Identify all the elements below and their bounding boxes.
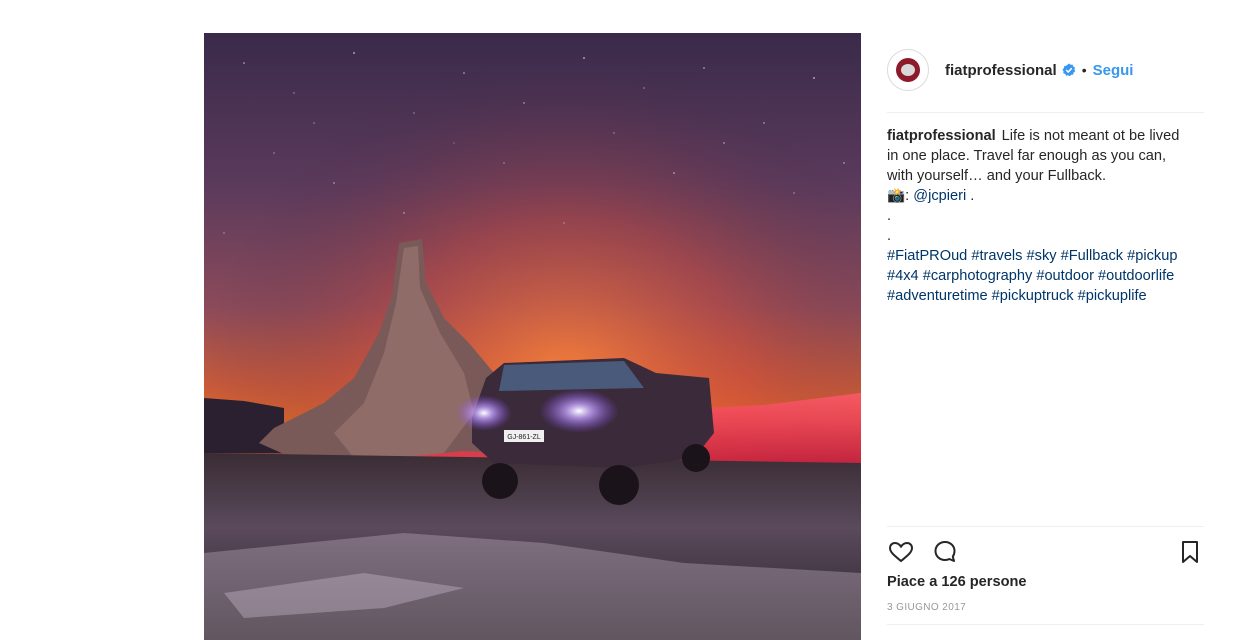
hashtag-link[interactable]: #4x4 xyxy=(887,268,919,284)
hashtag-link[interactable]: #sky xyxy=(1027,248,1057,264)
hashtag-link[interactable]: #FiatPROud xyxy=(887,248,967,264)
actions-divider xyxy=(887,526,1204,527)
hashtag-link[interactable]: #adventuretime xyxy=(887,288,988,304)
hashtags-line-3: #adventuretime #pickuptruck #pickuplife xyxy=(887,286,1207,306)
photo-credit-suffix: . xyxy=(966,188,975,204)
bookmark-icon[interactable] xyxy=(1176,538,1204,566)
hashtags-line-1: #FiatPROud #travels #sky #Fullback #pick… xyxy=(887,246,1207,266)
hashtag-link[interactable]: #pickuptruck xyxy=(992,288,1074,304)
caption-dot-line: . xyxy=(887,228,892,244)
comment-icon[interactable] xyxy=(931,538,959,566)
caption-line-3: with yourself… and your Fullback. xyxy=(887,168,1106,184)
fiat-logo-icon xyxy=(896,58,920,82)
hashtag-link[interactable]: #outdoorlife xyxy=(1098,268,1174,284)
hashtag-link[interactable]: #outdoor xyxy=(1036,268,1094,284)
action-bar xyxy=(887,536,1204,568)
separator-dot: • xyxy=(1081,62,1087,78)
hashtag-link[interactable]: #travels xyxy=(971,248,1022,264)
hashtags-line-2: #4x4 #carphotography #outdoor #outdoorli… xyxy=(887,266,1207,286)
post-image[interactable]: GJ-861-ZL xyxy=(204,33,861,640)
likes-count[interactable]: Piace a 126 persone xyxy=(887,574,1027,590)
heart-icon[interactable] xyxy=(887,538,915,566)
caption-username-link[interactable]: fiatprofessional xyxy=(887,128,996,144)
photo-credit-mention[interactable]: @jcpieri xyxy=(913,188,966,204)
post-header: fiatprofessional • Segui xyxy=(887,48,1204,92)
post-date: 3 GIUGNO 2017 xyxy=(887,602,967,613)
caption-line-2: in one place. Travel far enough as you c… xyxy=(887,148,1167,164)
post-photo-scene: GJ-861-ZL xyxy=(204,33,861,640)
hashtag-link[interactable]: #pickup xyxy=(1127,248,1177,264)
caption-dot-line: . xyxy=(887,208,892,224)
hashtag-link[interactable]: #carphotography xyxy=(923,268,1033,284)
hashtag-link[interactable]: #pickuplife xyxy=(1078,288,1147,304)
username-link[interactable]: fiatprofessional xyxy=(945,62,1057,79)
license-plate: GJ-861-ZL xyxy=(507,434,541,441)
avatar[interactable] xyxy=(887,49,929,91)
footer-divider xyxy=(887,624,1204,625)
follow-button[interactable]: Segui xyxy=(1093,62,1134,79)
camera-emoji-prefix: 📸: xyxy=(887,188,910,204)
hashtag-link[interactable]: #Fullback xyxy=(1061,248,1123,264)
caption: fiatprofessional Life is not meant ot be … xyxy=(887,126,1207,306)
header-divider xyxy=(887,112,1204,113)
caption-line-1: Life is not meant ot be lived xyxy=(1001,128,1180,144)
verified-badge-icon xyxy=(1062,63,1076,77)
